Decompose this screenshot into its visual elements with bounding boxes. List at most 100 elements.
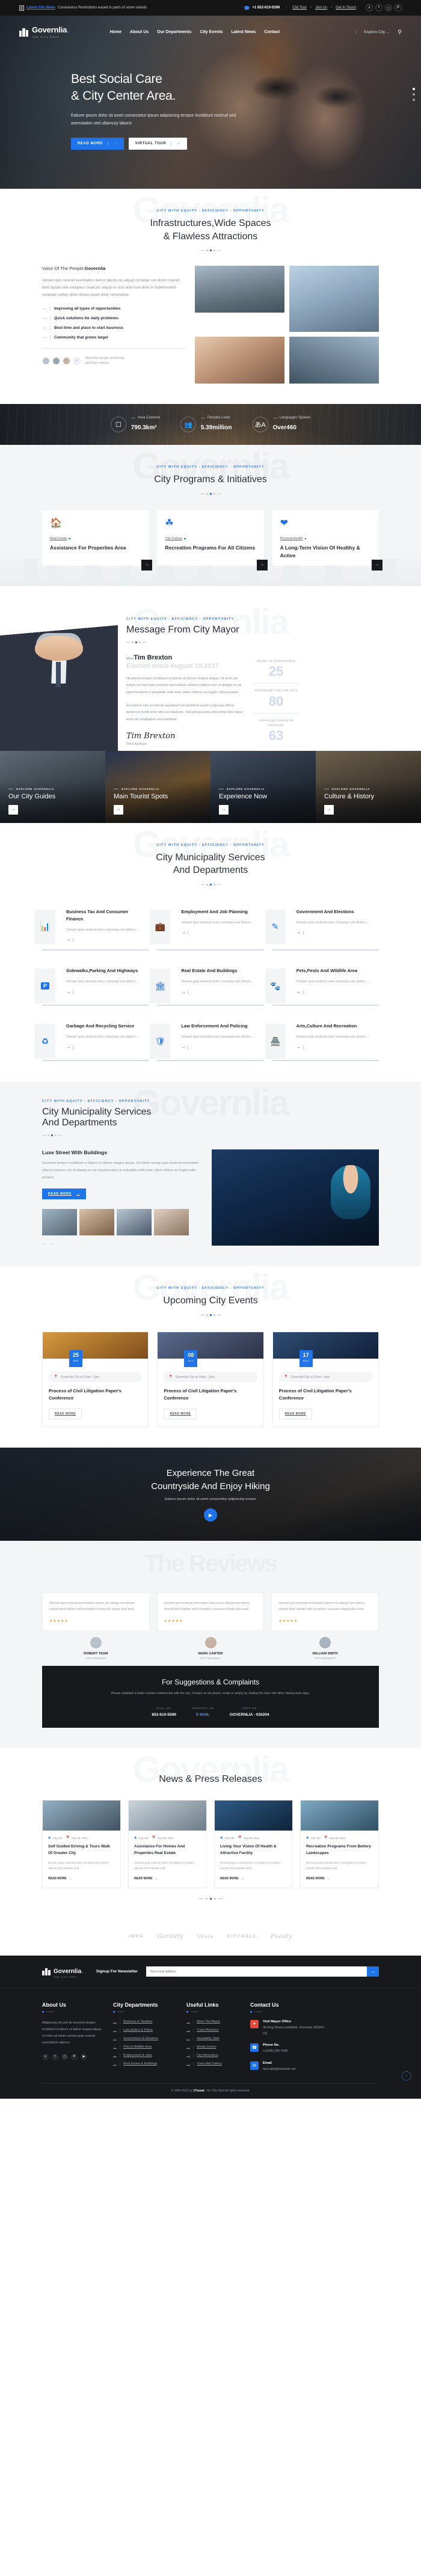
instagram-icon[interactable]: ▢ — [61, 2053, 68, 2060]
nav-item-contact[interactable]: Contact — [264, 30, 280, 34]
footer-link[interactable]: → Pets & Wildlife Area — [113, 2045, 178, 2049]
latest-news-link[interactable]: Latest City News — [26, 6, 55, 10]
top-link-join-us[interactable]: Join Us — [315, 6, 327, 10]
instagram-icon[interactable]: ▢ — [385, 4, 392, 11]
program-tag[interactable]: Physical Health — [280, 537, 371, 540]
explore-city-label[interactable]: Explore City ... — [356, 29, 389, 34]
footer-link[interactable]: → Government & Elections — [113, 2036, 178, 2041]
footer-link[interactable]: → Employment & Jobs — [113, 2053, 178, 2058]
news-read-more[interactable]: READ MORE → — [134, 1877, 201, 1880]
arrow-icon[interactable]: → — [256, 559, 268, 571]
arrow-icon[interactable]: → — [114, 804, 123, 815]
newsletter-email-input[interactable] — [146, 1966, 367, 1977]
hero-dot-2[interactable] — [413, 93, 415, 96]
event-card[interactable]: 17 NOV 📍 Governlia City at 10am - 6pm Pro… — [272, 1332, 379, 1427]
footer-link[interactable]: → Business & Taxation — [113, 2019, 178, 2024]
next-arrow-icon[interactable]: → — [50, 1241, 54, 1246]
nav-item-about-us[interactable]: About Us — [130, 30, 149, 34]
program-tag[interactable]: City Culture — [165, 537, 256, 540]
arrow-icon[interactable]: → — [181, 931, 256, 935]
arrow-icon[interactable]: → — [66, 990, 141, 994]
hero-dot-1[interactable] — [413, 88, 415, 90]
thumbnail[interactable] — [79, 1209, 114, 1236]
news-card[interactable]: ◉ City Life 📅 Sep 25, 2021 Living Your Vis… — [214, 1800, 293, 1888]
department-card[interactable]: 🐾 Pets,Pests And Wildlife Area Veniam qu… — [265, 960, 379, 1006]
news-card[interactable]: ◉ City Life 📅 Sep 25, 2021 Recreation Prog… — [300, 1800, 379, 1888]
program-tag[interactable]: Real Estate — [50, 537, 141, 540]
newsletter-submit-button[interactable]: → — [367, 1966, 379, 1977]
search-icon[interactable]: ⚲ — [398, 29, 402, 35]
suggestion-contact[interactable]: VISIT US GOVERNLIA - 030204 — [230, 1707, 269, 1717]
arrow-icon[interactable]: → — [297, 990, 372, 994]
tile-culture-and-history[interactable]: EXPLORE GOVERNLIA Culture & History → — [316, 750, 421, 823]
footer-link[interactable]: → Hospitality Jobs — [186, 2036, 242, 2041]
arrow-icon[interactable]: → — [297, 931, 372, 935]
arrow-icon[interactable]: → — [66, 938, 141, 943]
top-link-city-tour[interactable]: City Tour — [292, 6, 307, 10]
avatar-more[interactable]: + — [73, 356, 81, 365]
read-more-button[interactable]: READ MORE → — [71, 138, 124, 150]
event-card[interactable]: 08 OCT 📍 Governlia City at 10am - 6pm Pro… — [157, 1332, 264, 1427]
list-item[interactable]: → Improving all types of opportunities — [42, 306, 185, 311]
department-card[interactable]: 🏯 Arts,Culture And Recreation Veniam qui… — [265, 1015, 379, 1062]
list-item[interactable]: → Community that grows larger — [42, 335, 185, 340]
event-card[interactable]: 25 SEP 📍 Governlia City at 10am - 6pm Pro… — [42, 1332, 149, 1427]
news-card[interactable]: ◉ City Life 📅 Sep 25, 2021 Assistance For … — [128, 1800, 207, 1888]
site-logo[interactable]: Governlia. THE CITY GOVT — [19, 25, 69, 38]
footer-link[interactable]: → Media Center — [186, 2045, 242, 2049]
department-card[interactable]: P Sidewalks,Parking And Highways Veniam … — [35, 960, 149, 1006]
program-card[interactable]: ☘ City Culture Recreation Programs For A… — [157, 510, 268, 571]
arrow-icon[interactable]: → — [66, 1045, 141, 1050]
news-pager[interactable] — [42, 1897, 379, 1900]
thumbnail[interactable] — [42, 1209, 77, 1236]
arrow-icon[interactable]: → — [181, 1045, 256, 1050]
youtube-icon[interactable]: ▶ — [81, 2053, 87, 2060]
arrow-icon[interactable]: → — [324, 804, 334, 815]
footer-link[interactable]: → Meet The Mayor — [186, 2019, 242, 2024]
footer-link[interactable]: → Real Estate & Buildings — [113, 2061, 178, 2066]
department-card[interactable]: 💼 Employment And Job Planning Veniam qui… — [150, 901, 264, 951]
footer-link[interactable]: → Travel Advisory — [186, 2028, 242, 2033]
department-card[interactable]: 📊 Business Tax And Consumer Finance Veni… — [35, 901, 149, 951]
nav-item-city-events[interactable]: City Events — [200, 30, 223, 34]
arrow-icon[interactable]: → — [8, 804, 18, 815]
suggestion-contact[interactable]: CONTACT US E-MAIL — [192, 1707, 214, 1717]
news-read-more[interactable]: READ MORE → — [306, 1877, 373, 1880]
back-to-top-button[interactable]: ↑ — [402, 2071, 411, 2081]
luxe-read-more-button[interactable]: READ MORE → — [42, 1189, 87, 1200]
thumbnail[interactable] — [154, 1209, 189, 1236]
top-link-get-in-touch[interactable]: Get In Touch — [336, 6, 356, 10]
nav-item-latest-news[interactable]: Latest News — [231, 30, 256, 34]
footer-link[interactable]: → Town Hall Gallery — [186, 2061, 242, 2066]
program-card[interactable]: 🏠 Real Estate Assistance For Properties … — [42, 510, 153, 571]
department-card[interactable]: 🛡 Law Enforcement And Policing Veniam qu… — [150, 1015, 264, 1062]
event-read-more-button[interactable]: READ MORE — [49, 1409, 82, 1419]
twitter-icon[interactable]: x — [42, 2053, 49, 2060]
tile-our-city-guides[interactable]: EXPLORE GOVERNLIA Our City Guides → — [0, 750, 105, 823]
hero-dot-3[interactable] — [413, 99, 415, 101]
play-icon[interactable]: ▶ — [203, 1508, 217, 1522]
nav-item-our-departments[interactable]: Our Departments — [157, 30, 191, 34]
pinterest-icon[interactable]: P — [395, 4, 402, 11]
footer-link[interactable]: → City Attractions — [186, 2053, 242, 2058]
list-item[interactable]: → Best time and place to start business — [42, 325, 185, 331]
thumbnail[interactable] — [117, 1209, 152, 1236]
twitter-icon[interactable]: x — [366, 4, 373, 11]
footer-link[interactable]: → Law,Justice & Police — [113, 2028, 178, 2033]
hero-slider-dots[interactable] — [413, 88, 415, 101]
arrow-icon[interactable]: → — [141, 559, 153, 571]
virtual-tour-button[interactable]: VIRTUAL TOUR → — [128, 138, 187, 150]
arrow-icon[interactable]: → — [297, 1045, 372, 1050]
facebook-icon[interactable]: f — [375, 4, 383, 11]
program-card[interactable]: ❤ Physical Health A Long-Term Vision Of … — [272, 510, 383, 571]
facebook-icon[interactable]: f — [52, 2053, 58, 2060]
arrow-icon[interactable]: → — [371, 559, 383, 571]
list-item[interactable]: → Quick solutions for daily problems — [42, 316, 185, 321]
arrow-icon[interactable]: → — [219, 804, 229, 815]
suggestion-contact[interactable]: CALL US 852-610-5599 — [152, 1707, 176, 1717]
department-card[interactable]: ♻ Garbage And Recycling Service Veniam q… — [35, 1015, 149, 1062]
prev-arrow-icon[interactable]: ← — [42, 1241, 46, 1246]
footer-logo[interactable]: Governlia. THE CITY GOVT — [42, 1965, 83, 1978]
arrow-icon[interactable]: → — [181, 990, 256, 994]
tile-experience-now[interactable]: EXPLORE GOVERNLIA Experience Now → — [210, 750, 316, 823]
